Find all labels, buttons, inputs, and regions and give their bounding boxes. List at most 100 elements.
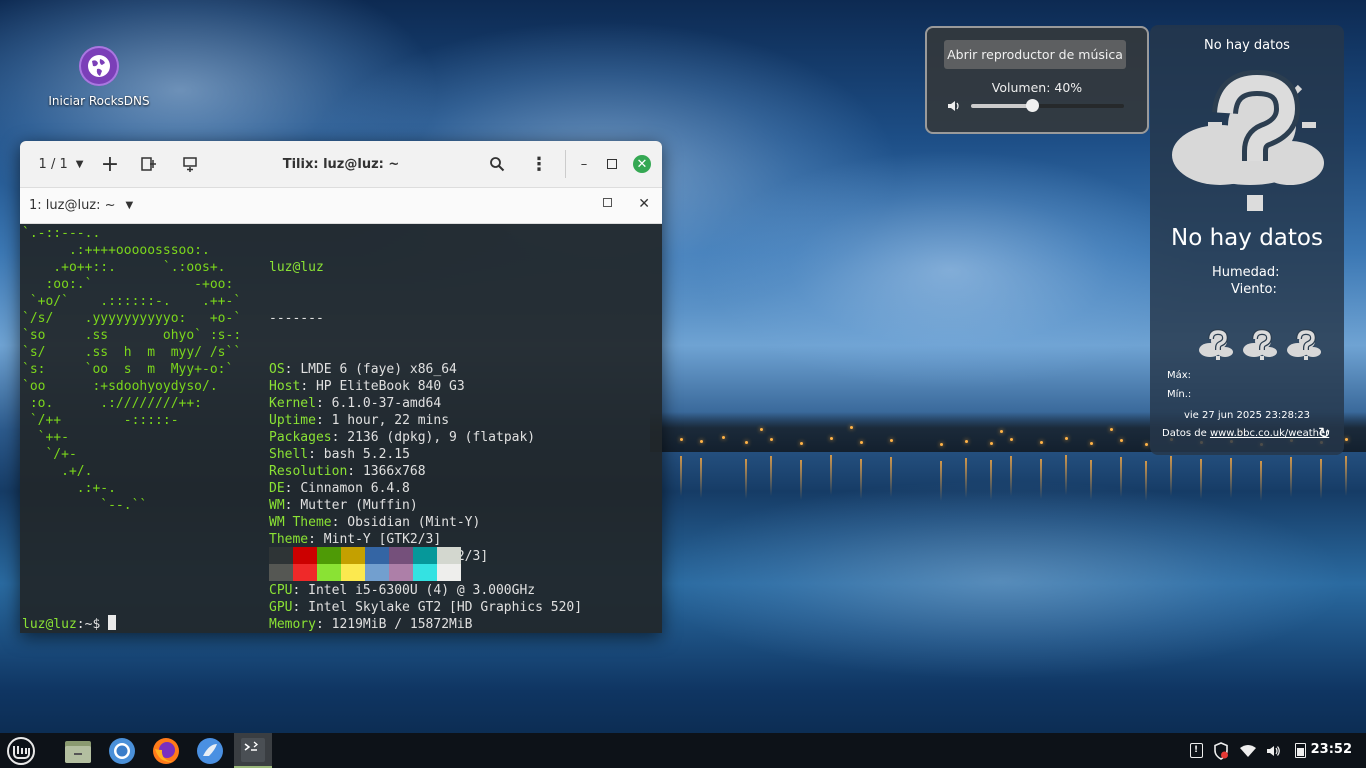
taskbar-chromium[interactable] bbox=[102, 733, 142, 768]
light-reflection bbox=[1065, 455, 1067, 495]
city-light bbox=[800, 442, 803, 445]
maximize-terminal-icon[interactable] bbox=[603, 198, 612, 207]
taskbar-thunderbird[interactable] bbox=[190, 733, 230, 768]
humidity-label: Humedad: bbox=[1212, 265, 1280, 280]
palette-swatch bbox=[317, 547, 341, 564]
info-key: Host bbox=[269, 379, 301, 394]
tray-network[interactable] bbox=[1237, 733, 1259, 768]
info-key: Packages bbox=[269, 430, 332, 445]
city-light bbox=[1110, 428, 1113, 431]
speaker-icon[interactable] bbox=[946, 98, 962, 114]
info-colon: : bbox=[347, 464, 363, 479]
taskbar-files[interactable] bbox=[58, 733, 98, 768]
info-colon: : bbox=[315, 396, 332, 411]
info-key: Kernel bbox=[269, 396, 316, 411]
light-reflection bbox=[990, 460, 992, 500]
city-light bbox=[990, 442, 993, 445]
minimize-button[interactable]: – bbox=[570, 148, 598, 180]
shield-icon bbox=[1214, 741, 1228, 760]
desktop-icon-rocksdns[interactable]: Iniciar RocksDNS bbox=[44, 44, 154, 108]
tray-volume[interactable] bbox=[1262, 733, 1284, 768]
light-reflection bbox=[1170, 456, 1172, 496]
info-key: CPU bbox=[269, 583, 293, 598]
open-music-player-button[interactable]: Abrir reproductor de música bbox=[944, 40, 1126, 69]
palette-swatch bbox=[341, 564, 365, 581]
city-light bbox=[890, 439, 893, 442]
refresh-icon[interactable]: ↻ bbox=[1318, 424, 1331, 442]
close-terminal-icon[interactable]: ✕ bbox=[638, 196, 650, 212]
ascii-logo: `.-::---.. .:++++ooooosssoo:. .+o++::. `… bbox=[22, 226, 242, 513]
info-value: Intel i5-6300U (4) @ 3.000GHz bbox=[308, 583, 536, 598]
terminal-tab[interactable]: 1: luz@luz: ~ ▼ ✕ bbox=[20, 188, 662, 224]
light-reflection bbox=[1040, 459, 1042, 499]
search-button[interactable] bbox=[477, 148, 517, 180]
add-right-button[interactable] bbox=[128, 148, 168, 180]
firefox-icon bbox=[153, 737, 179, 764]
light-reflection bbox=[1090, 460, 1092, 500]
city-light bbox=[1145, 443, 1148, 446]
palette-swatch bbox=[269, 564, 293, 581]
prompt-line[interactable]: luz@luz:~$ bbox=[22, 615, 117, 633]
info-colon: : bbox=[308, 532, 324, 547]
mint-menu-icon bbox=[7, 736, 35, 765]
info-value: bash 5.2.15 bbox=[323, 447, 410, 462]
info-value: Cinnamon 6.4.8 bbox=[300, 481, 410, 496]
light-reflection bbox=[1145, 461, 1147, 501]
info-line: CPU: Intel i5-6300U (4) @ 3.000GHz bbox=[269, 582, 582, 599]
info-line: Kernel: 6.1.0-37-amd64 bbox=[269, 395, 582, 412]
terminal-output[interactable]: `.-::---.. .:++++ooooosssoo:. .+o++::. `… bbox=[20, 223, 662, 633]
notes-icon: ! bbox=[1189, 743, 1203, 758]
city-light bbox=[760, 428, 763, 431]
light-reflection bbox=[890, 457, 892, 497]
add-down-button[interactable] bbox=[168, 148, 212, 180]
menu-button[interactable] bbox=[1, 733, 41, 768]
info-key: Uptime bbox=[269, 413, 316, 428]
weather-header: No hay datos bbox=[1204, 38, 1290, 53]
info-colon: : bbox=[292, 583, 309, 598]
add-terminal-button[interactable]: + bbox=[92, 148, 128, 180]
volume-slider[interactable] bbox=[971, 99, 1124, 112]
palette-swatch bbox=[389, 564, 413, 581]
forecast-unknown-icon bbox=[1287, 328, 1321, 360]
info-line: Memory: 1219MiB / 15872MiB bbox=[269, 616, 582, 633]
clock[interactable]: 23:52 bbox=[1311, 742, 1352, 757]
chromium-icon bbox=[109, 737, 135, 764]
palette-swatch bbox=[437, 564, 461, 581]
info-key: WM Theme bbox=[269, 515, 332, 530]
forecast-unknown-icon bbox=[1243, 328, 1277, 360]
session-selector-label: 1 / 1 bbox=[38, 156, 68, 172]
weather-status: No hay datos bbox=[1171, 225, 1323, 251]
info-line: WM: Mutter (Muffin) bbox=[269, 497, 582, 514]
menu-button[interactable]: ⋮ bbox=[517, 148, 561, 180]
source-link[interactable]: www.bbc.co.uk/weather bbox=[1210, 428, 1329, 439]
min-label: Mín.: bbox=[1167, 389, 1192, 400]
terminal-icon bbox=[241, 737, 265, 762]
light-reflection bbox=[1200, 459, 1202, 499]
tray-notes[interactable]: ! bbox=[1186, 733, 1206, 768]
tray-update[interactable] bbox=[1210, 733, 1232, 768]
terminal-window[interactable]: Tilix: luz@luz: ~ 1 / 1 ▼ + ⋮ – ✕ 1: luz… bbox=[20, 141, 662, 633]
taskbar: ! 23:52 bbox=[0, 733, 1366, 768]
titlebar[interactable]: Tilix: luz@luz: ~ 1 / 1 ▼ + ⋮ – ✕ bbox=[20, 141, 662, 188]
city-light bbox=[1010, 438, 1013, 441]
info-line: Shell: bash 5.2.15 bbox=[269, 446, 582, 463]
info-value: Intel Skylake GT2 [HD Graphics 520] bbox=[308, 600, 583, 615]
taskbar-terminal[interactable] bbox=[234, 733, 272, 768]
city-light bbox=[722, 436, 725, 439]
info-colon: : bbox=[331, 430, 348, 445]
close-button[interactable]: ✕ bbox=[626, 148, 658, 180]
light-reflection bbox=[965, 458, 967, 498]
taskbar-firefox[interactable] bbox=[146, 733, 186, 768]
light-reflection bbox=[800, 460, 802, 500]
volume-slider-handle[interactable] bbox=[1026, 99, 1040, 112]
thunderbird-icon bbox=[197, 737, 223, 764]
session-selector[interactable]: 1 / 1 ▼ bbox=[30, 148, 92, 180]
info-value: HP EliteBook 840 G3 bbox=[315, 379, 465, 394]
palette-swatch bbox=[317, 564, 341, 581]
tray-battery[interactable] bbox=[1289, 733, 1311, 768]
chevron-down-icon[interactable]: ▼ bbox=[126, 200, 134, 211]
info-colon: : bbox=[315, 617, 332, 632]
maximize-button[interactable] bbox=[598, 148, 626, 180]
globe-icon bbox=[79, 46, 119, 86]
palette-swatch bbox=[293, 547, 317, 564]
